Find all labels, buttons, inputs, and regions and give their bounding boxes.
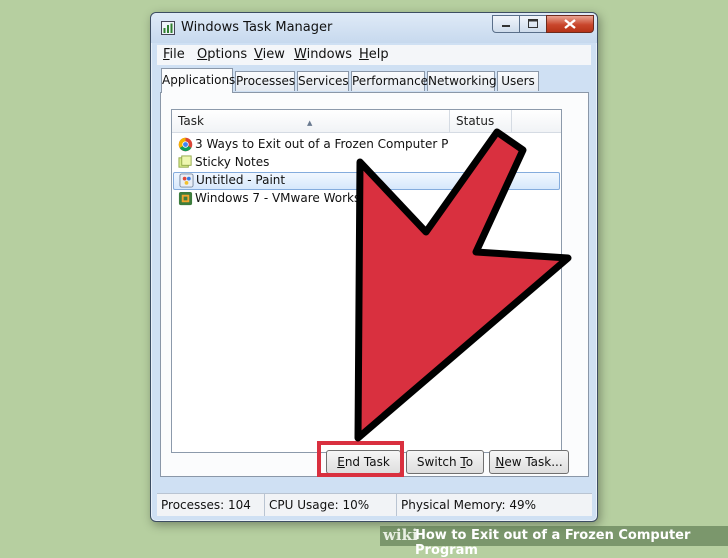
task-manager-icon <box>161 21 175 35</box>
menu-file-label: ile <box>169 47 185 62</box>
tab-networking[interactable]: Networking <box>427 71 497 91</box>
menu-file[interactable]: File <box>163 47 185 62</box>
task-row-label: Untitled - Paint <box>196 173 286 187</box>
menu-help-label: elp <box>368 47 389 62</box>
column-header-task-label: Task <box>178 114 204 128</box>
menu-view-label: iew <box>262 47 285 62</box>
task-list[interactable]: Task ▲ Status 3 Ways to Exit out of a Fr… <box>171 109 562 453</box>
task-row-paint[interactable]: Untitled - Paint <box>173 172 560 190</box>
tab-applications[interactable]: Applications <box>161 68 235 93</box>
task-row-sticky-notes[interactable]: Sticky Notes <box>173 154 560 172</box>
sticky-notes-icon <box>178 155 192 168</box>
tab-users[interactable]: Users <box>497 71 539 91</box>
footer-article-title: How to Exit out of a Frozen Computer Pro… <box>415 528 691 558</box>
menu-view-accelerator: V <box>254 47 263 62</box>
task-manager-window: Windows Task Manager File Options View W… <box>150 12 598 522</box>
maximize-button[interactable] <box>519 15 547 33</box>
menu-bar: File Options View Windows Help <box>157 45 591 65</box>
task-row-label: Sticky Notes <box>195 155 270 169</box>
minimize-button[interactable] <box>492 15 520 33</box>
vmware-icon <box>178 191 193 206</box>
new-task-label: ew Task... <box>504 455 563 469</box>
tab-processes[interactable]: Processes <box>235 71 295 91</box>
tab-strip: Applications Processes Services Performa… <box>161 68 591 93</box>
column-header-task[interactable]: Task ▲ <box>172 110 450 132</box>
minimize-icon <box>502 25 510 27</box>
task-row-vmware[interactable]: Windows 7 - VMware Workstation <box>173 190 560 208</box>
menu-view[interactable]: View <box>254 47 285 62</box>
status-bar: Processes: 104 CPU Usage: 10% Physical M… <box>157 493 592 516</box>
maximize-icon <box>528 19 538 28</box>
tab-services[interactable]: Services <box>297 71 349 91</box>
status-physical-memory: Physical Memory: 49% <box>401 498 537 512</box>
switch-to-label-end: o <box>465 455 474 469</box>
new-task-accelerator: N <box>495 455 505 469</box>
switch-to-button[interactable]: Switch To <box>406 450 484 474</box>
title-bar[interactable]: Windows Task Manager <box>151 13 597 43</box>
tab-performance[interactable]: Performance <box>351 71 428 91</box>
sort-ascending-icon: ▲ <box>307 119 313 127</box>
menu-help-accelerator: H <box>359 47 369 62</box>
task-row-chrome[interactable]: 3 Ways to Exit out of a Frozen Computer … <box>173 136 560 154</box>
close-icon <box>564 19 576 29</box>
menu-options[interactable]: Options <box>197 47 247 62</box>
column-header-status[interactable]: Status <box>450 110 512 132</box>
list-header: Task ▲ Status <box>172 110 561 133</box>
status-cpu-usage: CPU Usage: 10% <box>265 494 397 516</box>
menu-windows-accelerator: W <box>294 47 307 62</box>
menu-options-label: ptions <box>207 47 248 62</box>
new-task-button[interactable]: New Task... <box>489 450 569 474</box>
switch-to-label: Switch <box>416 455 461 469</box>
menu-windows[interactable]: Windows <box>294 47 352 62</box>
task-row-label: Windows 7 - VMware Workstation <box>195 191 396 205</box>
menu-help[interactable]: Help <box>359 47 389 62</box>
task-row-label: 3 Ways to Exit out of a Frozen Computer … <box>195 137 449 151</box>
wikihow-logo: wiki <box>383 526 418 544</box>
chrome-icon <box>178 137 193 152</box>
window-title: Windows Task Manager <box>181 20 333 35</box>
menu-options-accelerator: O <box>197 47 208 62</box>
end-task-highlight <box>317 441 404 477</box>
close-button[interactable] <box>546 15 594 33</box>
paint-icon <box>179 173 194 188</box>
menu-windows-label: indows <box>306 47 353 62</box>
status-processes: Processes: 104 <box>157 494 265 516</box>
